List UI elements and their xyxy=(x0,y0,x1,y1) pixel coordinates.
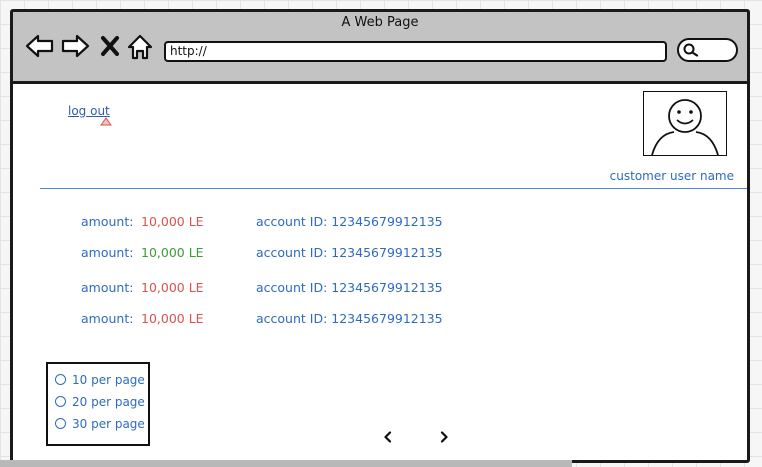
browser-toolbar: A Web Page http:// xyxy=(13,12,747,84)
radio-icon[interactable] xyxy=(55,374,66,385)
back-arrow-icon[interactable] xyxy=(25,33,55,59)
per-page-selector: 10 per page 20 per page 30 per page xyxy=(46,362,150,446)
chevron-left-icon[interactable] xyxy=(383,428,393,447)
radio-icon[interactable] xyxy=(55,396,66,407)
chevron-right-icon[interactable] xyxy=(439,428,449,447)
url-input[interactable]: http:// xyxy=(164,41,667,62)
amount-value: 10,000 LE xyxy=(141,245,204,260)
window-title: A Web Page xyxy=(341,15,419,30)
browser-window: A Web Page http:// log out customer user… xyxy=(10,9,750,463)
amount-label: amount: xyxy=(81,280,134,295)
amount-value: 10,000 LE xyxy=(141,214,204,229)
per-page-option-20[interactable]: 20 per page xyxy=(55,395,145,409)
transaction-row: amount: 10,000 LE account ID: 1234567991… xyxy=(13,214,747,232)
search-input[interactable] xyxy=(677,38,738,62)
warning-icon xyxy=(100,111,112,130)
per-page-label: 10 per page xyxy=(72,373,145,387)
amount-label: amount: xyxy=(81,214,134,229)
transaction-row: amount: 10,000 LE account ID: 1234567991… xyxy=(13,245,747,263)
per-page-option-30[interactable]: 30 per page xyxy=(55,417,145,431)
radio-icon[interactable] xyxy=(55,418,66,429)
avatar-icon xyxy=(651,99,719,156)
account-id: account ID: 12345679912135 xyxy=(256,214,443,229)
amount-label: amount: xyxy=(81,245,134,260)
customer-username: customer user name xyxy=(609,169,734,183)
amount-value: 10,000 LE xyxy=(141,280,204,295)
transaction-row: amount: 10,000 LE account ID: 1234567991… xyxy=(13,280,747,298)
per-page-label: 20 per page xyxy=(72,395,145,409)
per-page-label: 30 per page xyxy=(72,417,145,431)
forward-arrow-icon[interactable] xyxy=(60,33,90,59)
amount-label: amount: xyxy=(81,311,134,326)
amount-value: 10,000 LE xyxy=(141,311,204,326)
account-id: account ID: 12345679912135 xyxy=(256,245,443,260)
per-page-option-10[interactable]: 10 per page xyxy=(55,373,145,387)
horizontal-scrollbar[interactable] xyxy=(0,460,572,467)
transaction-row: amount: 10,000 LE account ID: 1234567991… xyxy=(13,311,747,329)
home-icon[interactable] xyxy=(126,33,154,61)
close-icon[interactable] xyxy=(100,35,120,57)
avatar xyxy=(643,91,727,156)
account-id: account ID: 12345679912135 xyxy=(256,311,443,326)
account-id: account ID: 12345679912135 xyxy=(256,280,443,295)
header-divider xyxy=(40,188,747,189)
